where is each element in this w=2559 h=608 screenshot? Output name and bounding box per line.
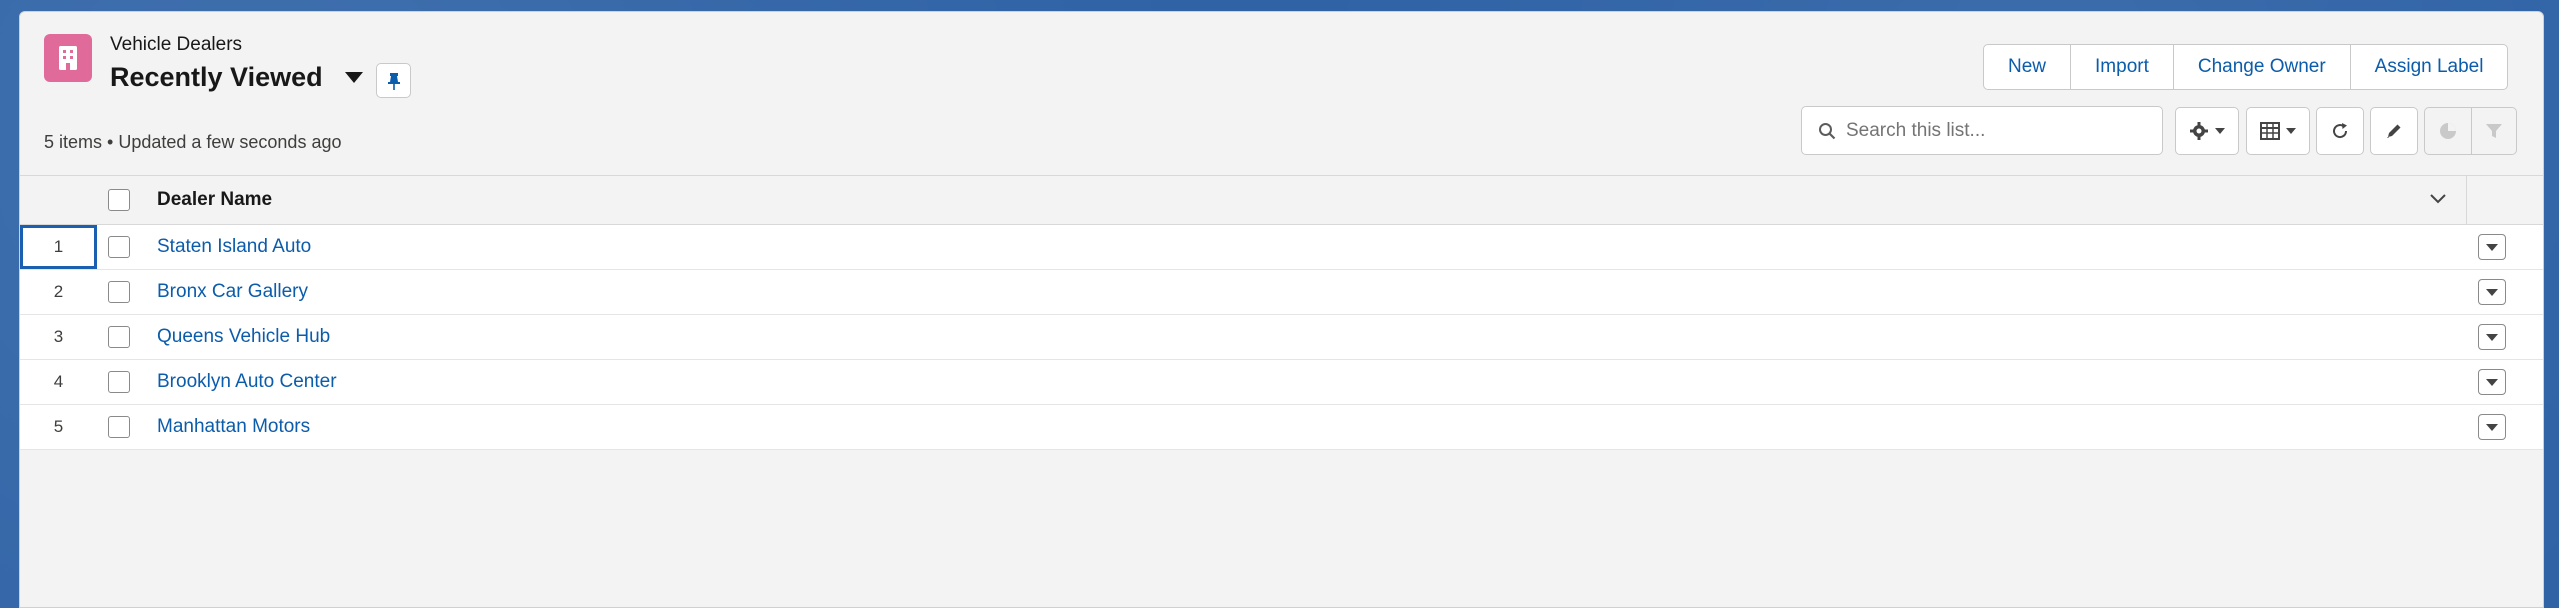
table-row: 5 Manhattan Motors	[20, 405, 2543, 450]
caret-down-icon	[2486, 378, 2498, 386]
caret-down-icon[interactable]	[344, 72, 363, 83]
list-settings-button[interactable]	[2175, 107, 2239, 155]
row-number: 2	[53, 282, 64, 301]
dealer-link[interactable]: Brooklyn Auto Center	[157, 371, 337, 393]
row-actions-button[interactable]	[2478, 324, 2506, 350]
chevron-down-icon[interactable]	[2428, 191, 2448, 205]
dealer-link[interactable]: Manhattan Motors	[157, 416, 310, 438]
row-checkbox[interactable]	[108, 416, 130, 438]
filter-icon	[2486, 124, 2502, 138]
table-row: 3 Queens Vehicle Hub	[20, 315, 2543, 360]
assign-label-button[interactable]: Assign Label	[2351, 45, 2508, 89]
row-checkbox[interactable]	[108, 326, 130, 348]
caret-down-icon	[2286, 128, 2296, 134]
refresh-button[interactable]	[2316, 107, 2364, 155]
select-all-checkbox[interactable]	[108, 189, 130, 211]
refresh-icon	[2333, 123, 2348, 139]
dealers-table: Dealer Name 1 Staten Island Auto 2 Bronx…	[20, 175, 2543, 450]
caret-down-icon	[2215, 128, 2225, 134]
row-actions-button[interactable]	[2478, 234, 2506, 260]
pin-icon	[387, 72, 400, 90]
row-actions-button[interactable]	[2478, 369, 2506, 395]
row-checkbox[interactable]	[108, 371, 130, 393]
caret-down-icon	[2486, 423, 2498, 431]
row-number: 4	[53, 372, 64, 391]
row-number: 3	[53, 327, 64, 346]
list-view-card: Vehicle Dealers Recently Viewed 5 items …	[19, 11, 2544, 608]
list-meta-status: 5 items • Updated a few seconds ago	[44, 132, 342, 152]
list-view-selector[interactable]: Recently Viewed	[110, 62, 363, 93]
change-owner-button[interactable]: Change Owner	[2174, 45, 2351, 89]
charts-button[interactable]	[2424, 107, 2472, 155]
list-view-title: Recently Viewed	[110, 62, 323, 92]
pie-chart-icon	[2440, 123, 2456, 139]
filters-button[interactable]	[2471, 107, 2517, 155]
column-header-dealer-name[interactable]: Dealer Name	[157, 189, 272, 211]
caret-down-icon	[2486, 333, 2498, 341]
pencil-icon	[2387, 124, 2401, 138]
new-button[interactable]: New	[1984, 45, 2072, 89]
row-number: 1	[20, 225, 97, 269]
pin-list-view-button[interactable]	[376, 63, 411, 98]
row-number: 5	[53, 417, 64, 436]
table-icon	[2260, 122, 2280, 140]
dealer-link[interactable]: Staten Island Auto	[157, 236, 311, 258]
row-actions-button[interactable]	[2478, 414, 2506, 440]
list-actions-group: New Import Change Owner Assign Label	[1983, 44, 2509, 90]
row-actions-button[interactable]	[2478, 279, 2506, 305]
building-icon	[44, 34, 92, 82]
gear-icon	[2190, 122, 2208, 140]
object-label: Vehicle Dealers	[110, 34, 243, 55]
display-as-button[interactable]	[2246, 107, 2310, 155]
row-checkbox[interactable]	[108, 236, 130, 258]
search-icon	[1818, 122, 1836, 140]
dealer-link[interactable]: Bronx Car Gallery	[157, 281, 308, 303]
search-input[interactable]	[1844, 118, 2148, 143]
caret-down-icon	[2486, 288, 2498, 296]
import-button[interactable]: Import	[2071, 45, 2174, 89]
search-list-field[interactable]	[1801, 106, 2163, 155]
table-header-row: Dealer Name	[20, 175, 2543, 225]
table-row: 1 Staten Island Auto	[20, 225, 2543, 270]
caret-down-icon	[2486, 243, 2498, 251]
column-divider	[2466, 176, 2467, 224]
row-checkbox[interactable]	[108, 281, 130, 303]
dealer-link[interactable]: Queens Vehicle Hub	[157, 326, 330, 348]
table-row: 4 Brooklyn Auto Center	[20, 360, 2543, 405]
inline-edit-button[interactable]	[2370, 107, 2418, 155]
table-row: 2 Bronx Car Gallery	[20, 270, 2543, 315]
